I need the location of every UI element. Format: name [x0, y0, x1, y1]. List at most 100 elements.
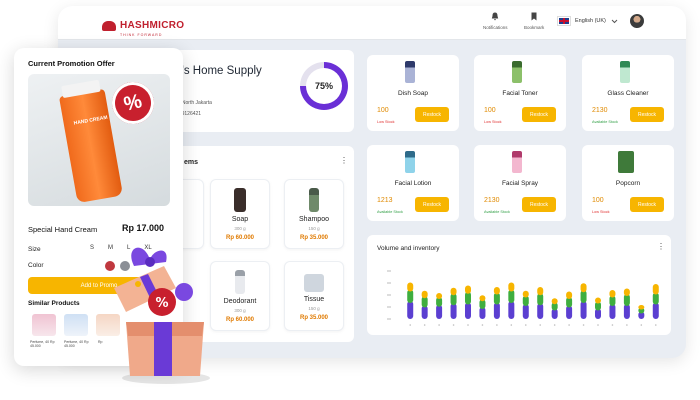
- chevron-down-icon: [611, 19, 618, 23]
- brand-logo[interactable]: HASHMICRO THINK FORWARD: [102, 15, 184, 37]
- x-tick: [654, 324, 657, 326]
- user-avatar[interactable]: [630, 14, 644, 28]
- brand-name: HASHMICRO: [120, 20, 185, 31]
- stock-tile-name: Facial Toner: [502, 90, 538, 97]
- chart-bar-segment: [580, 301, 587, 319]
- stock-tile-name: Glass Cleaner: [607, 90, 649, 97]
- chart-bar-segment: [537, 303, 544, 319]
- chart-bar-segment: [436, 293, 443, 299]
- similar-products-title: Similar Products: [28, 300, 80, 307]
- spray-bottle-icon: [620, 61, 630, 83]
- x-tick: [496, 324, 498, 326]
- stock-count: 100: [592, 197, 604, 204]
- chart-bar-segment: [508, 282, 515, 292]
- chart-bar-segment: [595, 297, 601, 304]
- chart-bar-segment: [623, 288, 630, 296]
- restock-button[interactable]: Restock: [630, 197, 664, 212]
- language-selector[interactable]: English (UK): [557, 16, 618, 26]
- stock-status: Low Stock: [484, 120, 502, 124]
- tissue-box-icon: [304, 274, 324, 292]
- stock-tile-name: Popcorn: [615, 180, 641, 187]
- facial-spray-icon: [512, 151, 522, 173]
- stock-tile-name: Facial Spray: [501, 180, 539, 187]
- deodorant-icon: [235, 270, 245, 294]
- chart-bar-segment: [652, 284, 659, 295]
- stock-count: 2130: [484, 197, 500, 204]
- chart-bar-segment: [493, 302, 500, 319]
- stock-tile: Facial Lotion 1213 Available Stock Resto…: [367, 145, 459, 221]
- notifications-button[interactable]: Notifications: [483, 12, 508, 30]
- chart-bar-segment: [623, 304, 630, 319]
- x-tick: [626, 324, 628, 326]
- chart-bar-segment: [652, 302, 659, 319]
- bookmark-icon: [531, 12, 537, 21]
- uk-flag-icon: [557, 16, 571, 26]
- product-tile[interactable]: Tissue 150 g Rp 35.000: [284, 261, 344, 331]
- stock-progress-ring: 75%: [300, 62, 348, 110]
- restock-button[interactable]: Restock: [415, 197, 449, 212]
- top-bar: HASHMICRO THINK FORWARD Notifications Bo…: [58, 6, 686, 40]
- stock-tile: Dish Soap 100 Low Stock Restock: [367, 55, 459, 131]
- product-tile[interactable]: Shampoo 150 g Rp 35.000: [284, 179, 344, 249]
- chart-bar-segment: [465, 285, 471, 294]
- restock-button[interactable]: Restock: [522, 107, 556, 122]
- similar-product-thumb[interactable]: [32, 314, 56, 336]
- stock-tile: Glass Cleaner 2130 Available Stock Resto…: [582, 55, 674, 131]
- brand-tagline: THINK FORWARD: [120, 33, 163, 37]
- chart-bar-segment: [537, 287, 544, 296]
- x-tick: [481, 324, 484, 326]
- chart-bar-segment: [566, 305, 573, 319]
- gift-tag-text: %: [155, 296, 168, 311]
- language-label: English (UK): [575, 18, 606, 24]
- shampoo-bottle-icon: [309, 188, 319, 212]
- stock-count: 2130: [592, 107, 608, 114]
- stock-tile: Popcorn 100 Low Stock Restock: [582, 145, 674, 221]
- x-tick: [423, 324, 426, 326]
- promo-product-name: Special Hand Cream: [28, 225, 98, 234]
- stock-tile-name: Dish Soap: [398, 90, 428, 97]
- stock-tile: Facial Spray 2130 Available Stock Restoc…: [474, 145, 566, 221]
- product-weight: 150 g: [308, 306, 320, 311]
- stock-status: Available Stock: [377, 210, 403, 214]
- chart-bar-segment: [465, 302, 471, 319]
- chart-bar-segment: [638, 305, 645, 310]
- popcorn-bag-icon: [618, 151, 634, 173]
- volume-chart-card: Volume and inventory ⋮: [367, 235, 671, 335]
- restock-button[interactable]: Restock: [415, 107, 449, 122]
- stock-count: 100: [484, 107, 496, 114]
- promo-title: Current Promotion Offer: [28, 59, 115, 68]
- product-price: Rp 35.000: [299, 235, 329, 241]
- similar-product-thumb[interactable]: [64, 314, 88, 336]
- chart-bar-segment: [551, 298, 558, 305]
- discount-badge-icon: %: [107, 77, 159, 129]
- bookmark-button[interactable]: Bookmark: [524, 12, 544, 30]
- chart-bar-segment: [407, 301, 414, 319]
- restock-button[interactable]: Restock: [522, 197, 556, 212]
- bell-icon: [492, 12, 499, 21]
- color-label: Color: [28, 262, 44, 269]
- x-tick: [524, 324, 527, 326]
- logo-cloud-icon: [102, 21, 116, 31]
- chart-bar-segment: [479, 295, 486, 302]
- stock-status: Low Stock: [592, 210, 610, 214]
- x-tick: [438, 324, 440, 326]
- gift-box-illustration: %: [114, 247, 210, 384]
- chart-bar-segment: [421, 305, 428, 319]
- x-tick: [597, 324, 599, 326]
- volume-chart: [387, 270, 659, 326]
- similar-product-label: Perfume, 40 Rp 45.000: [30, 340, 55, 348]
- progress-label: 75%: [314, 81, 333, 91]
- x-tick: [611, 324, 614, 326]
- chart-bar-segment: [609, 304, 616, 319]
- promo-product-image: HAND CREAM %: [28, 74, 170, 206]
- toner-bottle-icon: [512, 61, 522, 83]
- x-tick: [409, 324, 412, 326]
- x-tick: [640, 324, 643, 326]
- products-menu-icon[interactable]: ⋮: [340, 157, 348, 165]
- restock-button[interactable]: Restock: [630, 107, 664, 122]
- x-tick: [467, 324, 469, 326]
- tube-label: HAND CREAM: [73, 114, 109, 127]
- chart-bar-segment: [407, 282, 414, 292]
- bookmark-label: Bookmark: [524, 25, 545, 30]
- size-option[interactable]: S: [90, 245, 94, 251]
